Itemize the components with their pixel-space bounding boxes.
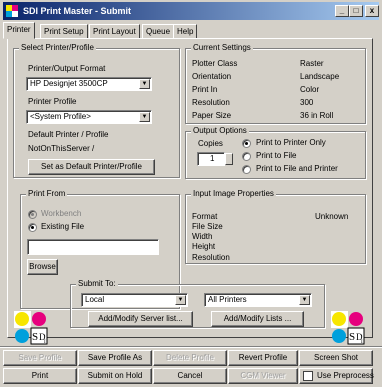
revert-profile-button[interactable]: Revert Profile — [228, 350, 298, 366]
close-button[interactable]: x — [365, 5, 379, 17]
profile-label: Printer Profile — [28, 97, 77, 106]
existing-file-label: Existing File — [41, 222, 85, 231]
print-to-file-label: Print to File — [256, 151, 297, 160]
printers-select[interactable]: All Printers ▼ — [204, 293, 312, 307]
bottom-separator — [0, 346, 382, 348]
delete-profile-button[interactable]: Delete Profile — [153, 350, 227, 366]
output-format-select[interactable]: HP Designjet 3500CP ▼ — [26, 77, 152, 91]
print-button[interactable]: Print — [3, 368, 77, 384]
setting-label: Resolution — [192, 98, 230, 107]
minimize-button[interactable]: _ — [335, 5, 349, 17]
file-size-label: File Size — [192, 222, 223, 231]
window-title: SDI Print Master - Submit — [23, 6, 132, 16]
copies-label: Copies — [198, 139, 223, 148]
use-preprocess-checkbox[interactable] — [303, 371, 313, 381]
tab-print-layout[interactable]: Print Layout — [89, 24, 140, 39]
printer-profile-select[interactable]: <System Profile> ▼ — [26, 110, 152, 124]
print-to-file-radio[interactable] — [242, 152, 251, 161]
save-profile-as-button[interactable]: Save Profile As — [78, 350, 152, 366]
printer-profile-value: <System Profile> — [30, 112, 91, 121]
image-format-value: Unknown — [315, 212, 349, 221]
maximize-button[interactable]: □ — [349, 5, 363, 17]
output-options-title: Output Options — [191, 126, 249, 136]
chevron-down-icon[interactable]: ▼ — [175, 295, 186, 305]
setting-value: Raster — [300, 59, 324, 68]
tab-queue[interactable]: Queue — [142, 24, 175, 39]
tab-printer[interactable]: Printer — [3, 22, 35, 39]
input-image-title: Input Image Properties — [191, 189, 276, 199]
sdi-logo-right: S D I — [331, 311, 365, 345]
sdi-logo-left: S D I — [14, 311, 48, 345]
cancel-button[interactable]: Cancel — [153, 368, 227, 384]
print-master-window: SDI Print Master - Submit _ □ x Printer … — [0, 0, 382, 387]
tab-help[interactable]: Help — [173, 24, 198, 39]
file-path-input[interactable] — [27, 239, 159, 255]
submit-to-group: Submit To: Local ▼ All Printers ▼ Add/Mo… — [70, 279, 325, 328]
image-format-label: Format — [192, 212, 218, 221]
current-settings-title: Current Settings — [191, 43, 253, 53]
setting-label: Paper Size — [192, 111, 232, 120]
logo-letter-s: S — [32, 331, 38, 343]
setting-label: Plotter Class — [192, 59, 238, 68]
printers-value: All Printers — [208, 295, 247, 304]
submit-to-title: Submit To: — [76, 279, 118, 289]
copies-spinner[interactable] — [225, 153, 233, 165]
set-default-button[interactable]: Set as Default Printer/Profile — [28, 159, 155, 175]
screen-shot-button[interactable]: Screen Shot — [299, 350, 373, 366]
existing-file-radio[interactable] — [28, 223, 37, 232]
setting-label: Print In — [192, 85, 218, 94]
select-printer-title: Select Printer/Profile — [19, 43, 96, 53]
print-file-and-printer-radio[interactable] — [242, 165, 251, 174]
print-printer-only-radio[interactable] — [242, 139, 251, 148]
submit-on-hold-button[interactable]: Submit on Hold — [78, 368, 152, 384]
height-label: Height — [192, 242, 216, 251]
use-preprocess-toggle[interactable]: Use Preprocess — [299, 368, 374, 384]
input-image-group: Input Image Properties Format Unknown Fi… — [185, 189, 366, 264]
print-file-and-printer-label: Print to File and Printer — [256, 164, 338, 173]
workbench-label: Workbench — [41, 209, 82, 218]
setting-value: 36 in Roll — [300, 111, 334, 120]
title-bar[interactable]: SDI Print Master - Submit _ □ x — [3, 2, 379, 20]
print-printer-only-label: Print to Printer Only — [256, 138, 326, 147]
output-options-group: Output Options Copies 1 Print to Printer… — [185, 126, 366, 179]
tab-print-setup[interactable]: Print Setup — [40, 24, 88, 39]
current-settings-group: Current Settings Plotter Class Raster Or… — [185, 43, 366, 124]
default-printer-value: NotOnThisServer / — [28, 144, 95, 153]
server-select[interactable]: Local ▼ — [81, 293, 188, 307]
resolution-label: Resolution — [192, 253, 230, 262]
save-profile-button[interactable]: Save Profile — [3, 350, 77, 366]
copies-input[interactable]: 1 — [197, 152, 225, 166]
app-icon — [6, 5, 18, 17]
workbench-radio[interactable] — [28, 210, 37, 219]
default-printer-label: Default Printer / Profile — [28, 130, 109, 139]
width-label: Width — [192, 232, 213, 241]
add-server-list-button[interactable]: Add/Modify Server list... — [88, 311, 193, 327]
chevron-down-icon[interactable]: ▼ — [299, 295, 310, 305]
setting-value: Color — [300, 85, 320, 94]
format-label: Printer/Output Format — [28, 64, 106, 73]
copies-value: 1 — [210, 154, 215, 163]
cgm-viewer-button[interactable]: CGM Viewer — [228, 368, 298, 384]
use-preprocess-label: Use Preprocess — [317, 371, 374, 380]
output-format-value: HP Designjet 3500CP — [30, 79, 108, 88]
logo-letter-s: S — [349, 331, 355, 343]
server-value: Local — [85, 295, 105, 304]
select-printer-group: Select Printer/Profile Printer/Output Fo… — [13, 43, 180, 178]
print-from-title: Print From — [26, 189, 68, 199]
setting-value: Landscape — [300, 72, 340, 81]
printer-tab-panel: Select Printer/Profile Printer/Output Fo… — [7, 38, 373, 345]
setting-label: Orientation — [192, 72, 232, 81]
chevron-down-icon[interactable]: ▼ — [139, 112, 150, 122]
browse-button[interactable]: Browse — [27, 259, 58, 275]
add-lists-button[interactable]: Add/Modify Lists ... — [211, 311, 304, 327]
chevron-down-icon[interactable]: ▼ — [139, 79, 150, 89]
setting-value: 300 — [300, 98, 314, 107]
